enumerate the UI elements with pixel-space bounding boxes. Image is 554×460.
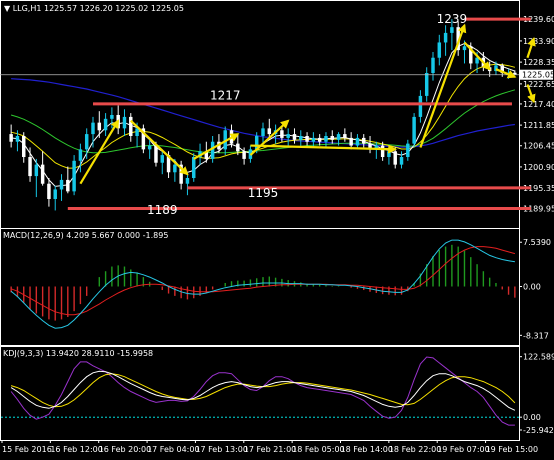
candle-body [66, 179, 70, 192]
time-tick-label: 16 Feb 12:00 [50, 445, 102, 454]
candle-body [267, 128, 272, 135]
time-tick-label: 17 Feb 21:00 [244, 445, 296, 454]
candle-body [91, 122, 95, 135]
candle-body [84, 134, 89, 150]
candle-body [173, 164, 177, 173]
time-tick-label: 18 Feb 22:00 [389, 445, 441, 454]
candle-body [424, 73, 429, 96]
candle-body [129, 116, 133, 136]
candle-body [393, 151, 397, 165]
candle-body [261, 128, 265, 136]
price-title: ▼ LLG,H1 1225.57 1226.20 1225.02 1225.05 [4, 4, 184, 13]
annotation-arrow [250, 144, 397, 154]
price-tick-label: 1211.85 [523, 121, 554, 130]
candle-body [418, 95, 423, 117]
kdj-j-line [10, 356, 515, 426]
time-tick-label: 18 Feb 05:00 [292, 445, 344, 454]
candle-body [210, 141, 215, 159]
candle-body [78, 149, 83, 161]
candle-body [412, 116, 416, 144]
current-price-label: 1225.05 [522, 71, 554, 80]
macd-tick-label: 0.00 [523, 283, 541, 292]
candle-body [311, 137, 316, 142]
candle-body [336, 134, 341, 140]
macd-tick-label: 7.5390 [523, 238, 551, 247]
chart-window: 1239.60 1233.90 1228.35 1222.65 1217.40 1211.… [0, 0, 554, 460]
candle-body [59, 179, 64, 190]
candle-body [47, 183, 51, 199]
candle-body [122, 116, 127, 129]
candle-body [330, 136, 334, 140]
candle-body [236, 143, 240, 152]
kdj-title: KDJ(9,3,3) 13.9420 28.9110 -15.9958 [3, 349, 153, 358]
candle-body [28, 157, 32, 177]
candle-body [292, 134, 297, 140]
level-annotation: 1217 [210, 88, 241, 102]
candle-body [299, 136, 303, 140]
candle-body [72, 160, 76, 192]
candle-body [242, 151, 246, 159]
price-tick-label: 1217.40 [523, 100, 554, 109]
price-tick-label: 1233.90 [523, 37, 554, 46]
candle-body [110, 115, 114, 119]
candle-body [462, 46, 467, 51]
candle-body [103, 118, 108, 131]
candle-body [15, 136, 20, 142]
chart-canvas[interactable]: 1239.601233.901228.351222.651217.401211.… [0, 0, 554, 460]
candle-body [280, 130, 284, 138]
candle-body [343, 134, 347, 138]
kdj-tick-label: 122.5895 [523, 353, 554, 362]
time-tick-label: 16 Feb 20:00 [99, 445, 151, 454]
candle-body [355, 137, 360, 146]
kdj-tick-label: 0.00 [523, 413, 541, 422]
price-tick-label: 1228.35 [523, 58, 554, 67]
kdj-tick-label: -25.9428 [523, 426, 554, 435]
candle-body [380, 145, 385, 157]
kdj-d-line [10, 373, 516, 408]
candle-body [305, 136, 309, 142]
time-tick-label: 19 Feb 15:00 [486, 445, 538, 454]
candle-body [185, 178, 190, 184]
candle-body [22, 136, 26, 157]
candle-body [9, 134, 13, 142]
candle-body [286, 134, 290, 138]
candle-body [97, 122, 102, 131]
candle-body [324, 136, 328, 142]
price-tick-label: 1206.45 [523, 142, 554, 151]
time-tick-label: 19 Feb 07:00 [437, 445, 489, 454]
candle-body [362, 137, 366, 144]
candle-body [450, 27, 454, 33]
level-annotation: 1195 [248, 186, 279, 200]
candle-body [53, 189, 57, 199]
kdj-k-line [10, 370, 516, 411]
candle-body [431, 57, 435, 73]
level-annotation: 1189 [147, 203, 178, 217]
candle-body [160, 155, 164, 163]
price-tick-label: 1200.90 [523, 163, 554, 172]
candle-body [406, 143, 410, 157]
candle-body [443, 32, 448, 43]
candle-body [437, 42, 442, 58]
candle-body [387, 151, 391, 157]
candle-body [147, 145, 152, 150]
candle-body [135, 128, 139, 136]
candle-body [317, 137, 322, 142]
time-tick-label: 17 Feb 13:00 [195, 445, 247, 454]
candle-body [34, 164, 39, 177]
level-annotation: 1239 [437, 12, 468, 26]
time-tick-label: 18 Feb 14:00 [340, 445, 392, 454]
candle-body [192, 157, 196, 178]
candle-body [154, 145, 158, 163]
candle-body [349, 137, 353, 146]
time-tick-label: 15 Feb 2016 [2, 445, 52, 454]
candle-body [399, 157, 404, 165]
macd-title: MACD(12,26,9) 4.209 5.667 0.000 -1.895 [3, 231, 168, 240]
kdj-pane-frame [0, 346, 520, 441]
candle-body [40, 164, 45, 184]
time-tick-label: 17 Feb 04:00 [147, 445, 199, 454]
macd-tick-label: -8.317 [523, 331, 549, 340]
